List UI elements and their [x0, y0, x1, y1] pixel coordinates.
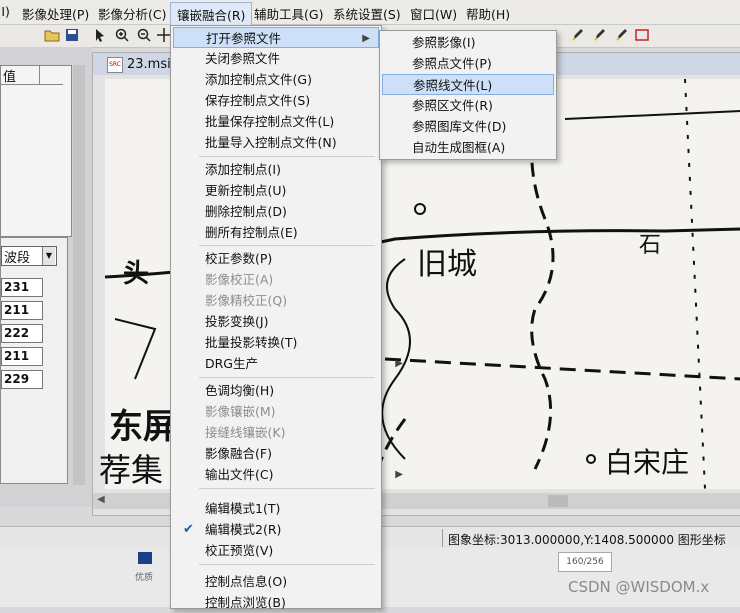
menu-item-label: 打开参照文件 [206, 31, 282, 46]
zoom-in-icon[interactable] [114, 27, 130, 43]
submenu-item-reference-point-file[interactable]: 参照点文件(P) [382, 53, 492, 74]
zoom-out-icon[interactable] [136, 27, 152, 43]
pointer-icon[interactable] [92, 27, 108, 43]
map-label-tou: 头 [123, 259, 150, 289]
chevron-right-icon: ▶ [395, 469, 403, 480]
band-value: 229 [1, 370, 43, 389]
menu-item-seamline-mosaic[interactable]: 接缝线镶嵌(K) [173, 422, 285, 443]
submenu-item-reference-image[interactable]: 参照影像(I) [382, 32, 475, 53]
submenu-item-reference-library-file[interactable]: 参照图库文件(D) [382, 116, 506, 137]
menu-mosaic-fusion[interactable]: 镶嵌融合(R) [170, 2, 253, 27]
menu-item-image-fusion[interactable]: 影像融合(F) [173, 443, 272, 464]
checkmark-icon: ✔ [183, 522, 194, 537]
submenu-item-reference-area-file[interactable]: 参照区文件(R) [382, 95, 493, 116]
open-reference-submenu: 参照影像(I) 参照点文件(P) 参照线文件(L) 参照区文件(R) 参照图库文… [379, 30, 557, 160]
left-panel-scrollbar[interactable] [73, 65, 85, 485]
mosaic-fusion-menu: 打开参照文件 ▶ 关闭参照文件 ▶ 添加控制点文件(G) 保存控制点文件(S) … [170, 25, 403, 610]
page-count: 160/256 [558, 552, 612, 572]
pen-icon[interactable] [570, 27, 586, 43]
menu-item-control-point-browse[interactable]: 控制点浏览(B) [173, 592, 286, 613]
menu-item-batch-projection-transform[interactable]: 批量投影转换(T) [173, 332, 297, 353]
menu-item-delete-all-control-points[interactable]: 删所有控制点(E) [173, 222, 298, 243]
menu-item-save-control-point-file[interactable]: 保存控制点文件(S) [173, 90, 310, 111]
menu-item-edit-mode-2[interactable]: ✔ 编辑模式2(R) [173, 519, 411, 540]
map-label-ji: 荐集 [99, 451, 164, 489]
watermark: CSDN @WISDOM.x [568, 578, 710, 596]
menu-item-close-reference-file[interactable]: 关闭参照文件 ▶ [173, 48, 411, 69]
document-icon: SRC [107, 57, 123, 73]
submenu-item-reference-line-file[interactable]: 参照线文件(L) [382, 74, 554, 95]
map-label-old-city: 旧城 [417, 247, 477, 282]
menu-item-correction-parameters[interactable]: 校正参数(P) [173, 248, 272, 269]
menu-item-batch-save-control-point-file[interactable]: 批量保存控制点文件(L) [173, 111, 334, 132]
menu-image[interactable]: ιΎ·β(I) [0, 4, 10, 19]
menu-item-image-fine-correction[interactable]: 影像精校正(Q) [173, 290, 287, 311]
menu-item-edit-mode-1[interactable]: 编辑模式1(T) [173, 498, 280, 519]
chevron-down-icon[interactable]: ▼ [42, 247, 55, 265]
band-select[interactable]: 波段 ▼ [1, 246, 57, 266]
menu-item-image-mosaic[interactable]: 影像镶嵌(M) [173, 401, 276, 422]
menu-item-projection-transform[interactable]: 投影变换(J) [173, 311, 268, 332]
menu-image-analysis[interactable]: 影像分析(C) [98, 4, 166, 23]
band-value: 231 [1, 278, 43, 297]
pen-2-icon[interactable] [592, 27, 608, 43]
menu-window[interactable]: 窗口(W) [410, 4, 457, 23]
scrollbar-thumb[interactable] [548, 495, 568, 507]
menu-item-label: 输出文件(C) [205, 467, 274, 482]
value-header: 值 [1, 66, 63, 85]
menu-item-open-reference-file[interactable]: 打开参照文件 ▶ [173, 27, 379, 48]
scroll-left-icon[interactable]: ◀ [97, 494, 105, 505]
map-label-dong: 东屏 [109, 407, 177, 447]
menu-item-image-correction[interactable]: 影像校正(A) [173, 269, 273, 290]
band-select-value: 波段 [4, 251, 31, 266]
menu-item-add-control-point[interactable]: 添加控制点(I) [173, 159, 281, 180]
value-header-label: 值 [3, 70, 17, 85]
menu-item-add-control-point-file[interactable]: 添加控制点文件(G) [173, 69, 312, 90]
menu-item-color-balance[interactable]: 色调均衡(H) [173, 380, 274, 401]
menu-help[interactable]: 帮助(H) [466, 4, 510, 23]
band-value: 222 [1, 324, 43, 343]
menu-item-label: 编辑模式2(R) [205, 522, 282, 537]
band-panel: 波段 ▼ 231 211 222 211 229 [0, 237, 68, 484]
band-value: 211 [1, 301, 43, 320]
document-title: 23.msi [127, 57, 171, 72]
chevron-right-icon: ▶ [395, 358, 403, 369]
menu-item-correction-preview[interactable]: 校正预览(V) [173, 540, 273, 561]
bottom-small-text: 优质 [135, 573, 154, 583]
map-label-shi: 石 [639, 233, 662, 258]
menu-item-drg-production[interactable]: DRG生产 ▶ [173, 353, 411, 374]
rectangle-icon[interactable] [634, 27, 650, 43]
menu-item-control-point-info[interactable]: 控制点信息(O) [173, 571, 287, 592]
menu-system-settings[interactable]: 系统设置(S) [333, 4, 401, 23]
menu-item-delete-control-point[interactable]: 删除控制点(D) [173, 201, 287, 222]
menu-item-label: 关闭参照文件 [205, 51, 281, 66]
menu-bar: ιΎ·β(I) 影像处理(P) 影像分析(C) 镶嵌融合(R) 辅助工具(G) … [0, 0, 740, 27]
chevron-right-icon: ▶ [362, 33, 370, 44]
menu-item-export-file[interactable]: 输出文件(C) ▶ [173, 464, 411, 485]
left-panel: 值 波段 ▼ 231 211 222 211 229 [0, 47, 92, 507]
menu-item-update-control-point[interactable]: 更新控制点(U) [173, 180, 286, 201]
band-value: 211 [1, 347, 43, 366]
menu-auxiliary-tools[interactable]: 辅助工具(G) [254, 4, 323, 23]
menu-image-processing[interactable]: 影像处理(P) [22, 4, 89, 23]
open-folder-icon[interactable] [44, 27, 60, 43]
save-icon[interactable] [64, 27, 80, 43]
map-label-baisongzhuang: 白宋庄 [605, 446, 690, 479]
menu-item-batch-import-control-point-file[interactable]: 批量导入控制点文件(N) [173, 132, 337, 153]
taskbar-button[interactable] [138, 552, 152, 564]
pen-3-icon[interactable] [614, 27, 630, 43]
menu-item-label: DRG生产 [205, 356, 258, 371]
submenu-item-auto-generate-frame[interactable]: 自动生成图框(A) [382, 137, 505, 158]
status-coordinates: 图象坐标:3013.000000,Y:1408.500000 图形坐标 [448, 533, 726, 547]
value-table: 值 [0, 65, 72, 237]
